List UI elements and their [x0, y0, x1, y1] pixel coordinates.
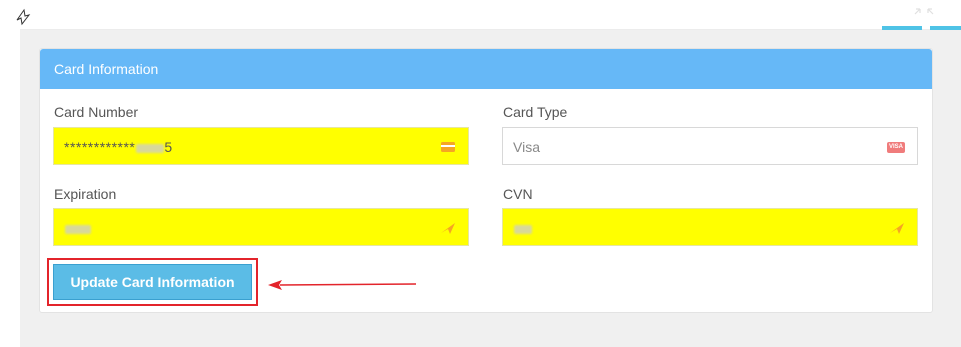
top-strip	[20, 0, 961, 30]
cvn-field[interactable]	[502, 208, 918, 246]
mouse-cursor-icon	[16, 8, 31, 26]
annotation-arrow-icon	[268, 280, 417, 290]
cvn-value-redacted	[513, 220, 532, 236]
expiration-label: Expiration	[54, 186, 117, 202]
card-type-value: Visa	[513, 139, 540, 155]
card-type-label: Card Type	[503, 104, 568, 120]
page: Card Information Card Number ***********…	[0, 0, 961, 347]
autofill-arrow-icon	[890, 223, 904, 234]
expand-icon[interactable]	[913, 6, 935, 16]
annotation-highlight-box: Update Card Information	[47, 258, 258, 306]
update-card-information-button[interactable]: Update Card Information	[53, 264, 252, 300]
card-number-label: Card Number	[54, 104, 139, 120]
card-number-value: ************ 5	[64, 139, 173, 155]
credit-card-icon	[441, 142, 455, 152]
panel-title: Card Information	[40, 49, 932, 89]
expiration-value-redacted	[64, 220, 91, 236]
card-type-field[interactable]: Visa VISA	[502, 127, 918, 165]
cvn-label: CVN	[503, 186, 533, 202]
expiration-field[interactable]	[53, 208, 469, 246]
card-number-field[interactable]: ************ 5	[53, 127, 469, 165]
visa-badge-icon: VISA	[887, 142, 905, 153]
autofill-arrow-icon	[441, 223, 455, 234]
